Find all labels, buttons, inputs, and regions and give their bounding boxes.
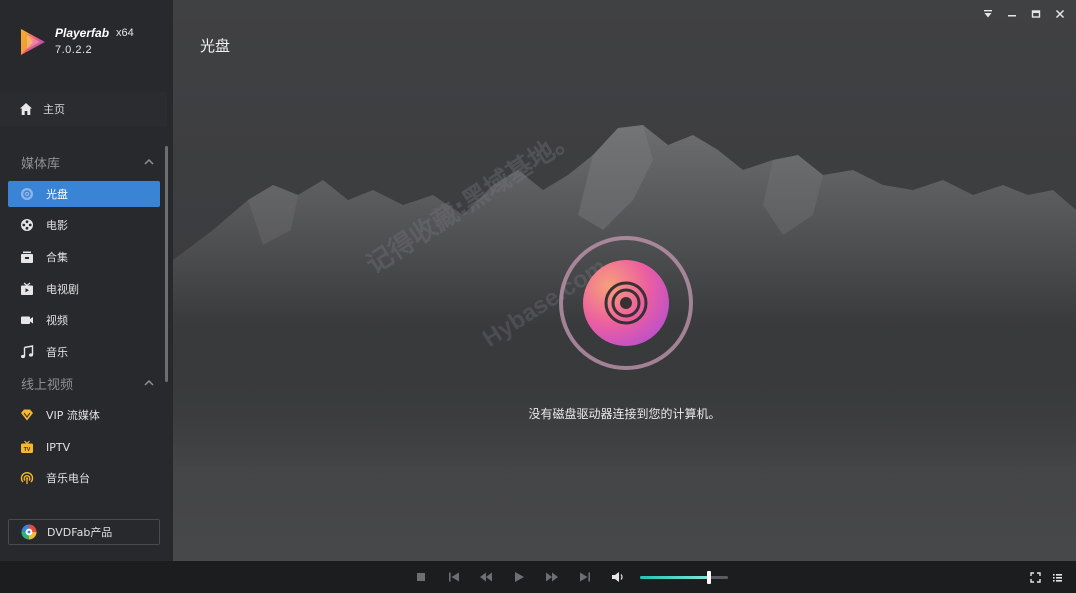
sidebar-item-label: 光盘 <box>46 188 68 201</box>
play-icon[interactable] <box>512 570 526 584</box>
app-arch: x64 <box>116 27 134 39</box>
radio-icon <box>20 471 34 485</box>
film-reel-icon <box>20 218 34 232</box>
main-content: 光盘 记得收藏:黑域基地。 Hybase.com 没有磁盘驱动器连接到您的计算机… <box>173 0 1076 561</box>
sidebar: Playerfab x64 7.0.2.2 主页 媒体库 光盘 电影 合集 电视… <box>0 0 173 561</box>
chevron-up-icon <box>144 379 154 386</box>
volume-slider[interactable] <box>640 571 728 584</box>
close-icon[interactable] <box>1054 8 1066 20</box>
svg-text:TV: TV <box>24 447 31 453</box>
sidebar-item-label: 视频 <box>46 314 68 327</box>
sidebar-item-label: 电视剧 <box>46 283 79 296</box>
sidebar-item-label: IPTV <box>46 440 71 454</box>
library-section-title: 媒体库 <box>21 156 61 172</box>
skip-next-icon[interactable] <box>578 570 592 584</box>
window-controls <box>982 8 1066 20</box>
sidebar-item-label: 合集 <box>46 251 68 264</box>
volume-fill <box>640 576 709 579</box>
dropdown-menu-icon[interactable] <box>982 8 994 20</box>
library-section-header[interactable]: 媒体库 <box>0 151 167 173</box>
sidebar-item-tv-series[interactable]: 电视剧 <box>8 276 160 302</box>
fast-forward-icon[interactable] <box>545 570 559 584</box>
app-name: Playerfab <box>55 26 110 40</box>
tv-icon <box>20 282 34 296</box>
no-drive-message: 没有磁盘驱动器连接到您的计算机。 <box>528 407 721 421</box>
sidebar-item-home[interactable]: 主页 <box>0 92 167 126</box>
volume-icon[interactable] <box>611 570 625 584</box>
sidebar-item-videos[interactable]: 视频 <box>8 307 160 333</box>
sidebar-item-vip-streaming[interactable]: VIP 流媒体 <box>8 402 160 428</box>
iptv-icon: TV <box>20 440 34 454</box>
sidebar-item-music-radio[interactable]: 音乐电台 <box>8 465 160 491</box>
maximize-icon[interactable] <box>1030 8 1042 20</box>
skip-previous-icon[interactable] <box>447 570 461 584</box>
minimize-icon[interactable] <box>1006 8 1018 20</box>
rewind-icon[interactable] <box>479 570 493 584</box>
sidebar-item-iptv[interactable]: TV IPTV <box>8 434 160 460</box>
sidebar-scrollbar[interactable] <box>165 146 168 382</box>
volume-handle[interactable] <box>706 571 711 584</box>
playlist-icon[interactable] <box>1050 570 1064 584</box>
home-icon <box>20 103 32 115</box>
online-section-header[interactable]: 线上视频 <box>0 372 167 394</box>
vip-diamond-icon <box>20 408 34 422</box>
sidebar-item-label: 主页 <box>43 103 65 116</box>
sidebar-item-movies[interactable]: 电影 <box>8 212 160 238</box>
music-note-icon <box>20 345 34 359</box>
dvdfab-products-button[interactable]: DVDFab产品 <box>8 519 160 545</box>
sidebar-item-disc[interactable]: 光盘 <box>8 181 160 207</box>
fullscreen-icon[interactable] <box>1028 570 1042 584</box>
collection-icon <box>20 250 34 264</box>
dvdfab-logo-icon <box>21 524 37 540</box>
player-control-bar <box>0 561 1076 593</box>
sidebar-item-label: 音乐 <box>46 346 68 359</box>
sidebar-item-label: 电影 <box>46 219 68 232</box>
page-title: 光盘 <box>200 37 231 55</box>
sidebar-item-music[interactable]: 音乐 <box>8 339 160 365</box>
video-camera-icon <box>20 313 34 327</box>
chevron-up-icon <box>144 158 154 165</box>
sidebar-item-collections[interactable]: 合集 <box>8 244 160 270</box>
app-version: 7.0.2.2 <box>55 44 93 56</box>
sidebar-item-label: 音乐电台 <box>46 472 90 485</box>
playerfab-logo <box>21 29 45 55</box>
dvdfab-products-label: DVDFab产品 <box>47 526 113 539</box>
stop-icon[interactable] <box>414 570 428 584</box>
optical-disc-icon <box>559 236 693 370</box>
sidebar-item-label: VIP 流媒体 <box>46 409 100 422</box>
online-section-title: 线上视频 <box>21 377 74 393</box>
disc-icon <box>20 187 34 201</box>
